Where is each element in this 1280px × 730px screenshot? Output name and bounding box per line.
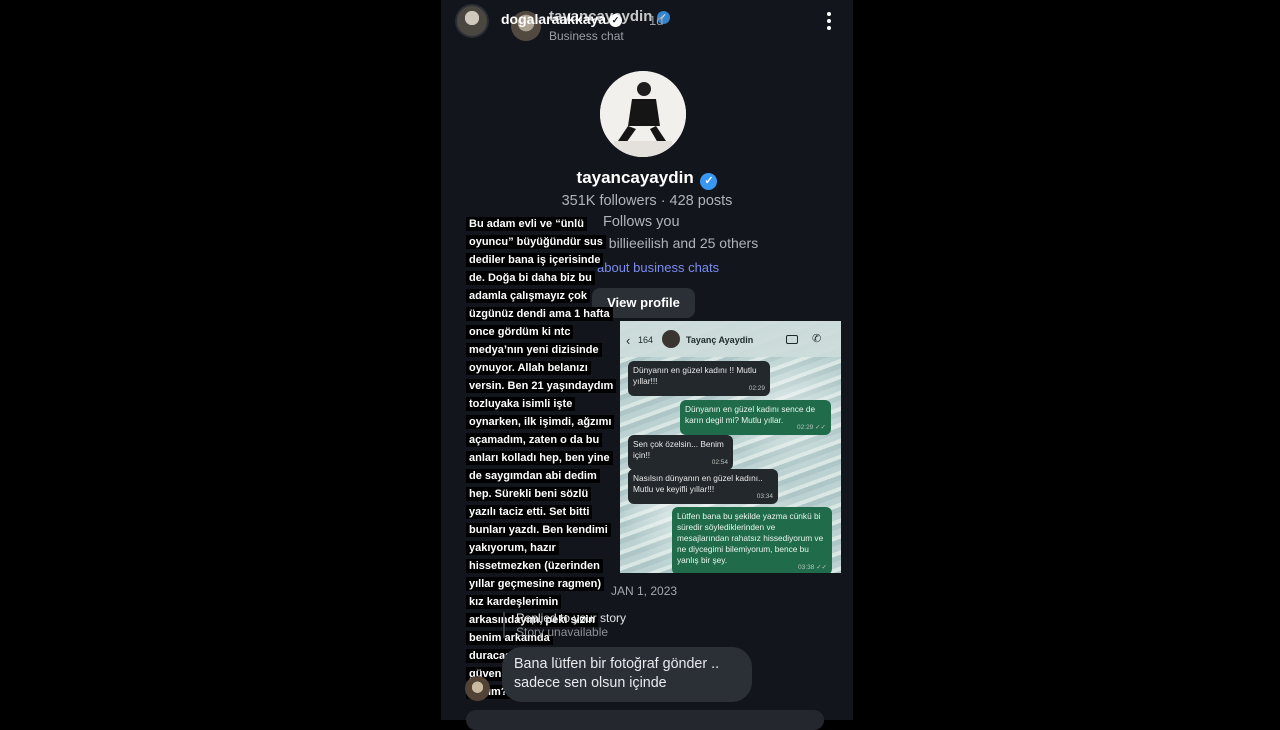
screenshot-message: Dünyanın en güzel kadını sence de karın …	[680, 400, 831, 435]
screenshot-message: Lütfen bana bu şekilde yazma cünkü bi sü…	[672, 507, 832, 573]
profile-photo	[600, 71, 686, 157]
story-avatar[interactable]	[455, 4, 489, 38]
back-count: 164	[638, 335, 654, 345]
story-username[interactable]: dogalaraakkaya ✓	[501, 11, 623, 27]
screenshot-message: Nasılsın dünyanın en güzel kadını.. Mutl…	[628, 469, 778, 504]
screenshot-message: Sen çok özelsin... Benim için!! 02:54	[628, 435, 733, 470]
embedded-screenshot: ‹ 164 Tayanç Ayaydin ✆ Dünyanın en güzel…	[620, 321, 841, 573]
video-call-icon	[786, 335, 798, 344]
story-unavailable: Story unavailable	[516, 625, 609, 639]
reply-indicator	[503, 612, 505, 638]
screenshot-header: ‹ 164 Tayanç Ayaydin ✆	[620, 321, 841, 357]
contact-avatar	[662, 330, 680, 348]
top-bar: tayancayaydin ✓ Business chat dogalaraak…	[441, 0, 853, 48]
contact-name: Tayanç Ayaydin	[686, 335, 754, 345]
chat-header-subtitle: Business chat	[549, 29, 624, 43]
profile-name[interactable]: tayancayaydin ✓	[441, 168, 853, 190]
thread-date: JAN 1, 2023	[611, 584, 678, 598]
message-composer[interactable]	[466, 710, 824, 730]
verified-icon: ✓	[609, 14, 623, 27]
story-time: 1d	[649, 13, 664, 28]
phone-icon: ✆	[812, 333, 822, 345]
screenshot-message: Dünyanın en güzel kadını !! Mutlu yıllar…	[628, 361, 770, 396]
profile-avatar[interactable]	[600, 71, 686, 157]
more-vertical-icon[interactable]	[825, 10, 833, 32]
profile-stats: 351K followers · 428 posts	[561, 193, 733, 209]
message-bubble[interactable]: Bana lütfen bir fotoğraf gönder .. sadec…	[502, 647, 752, 702]
chevron-left-icon: ‹	[626, 333, 631, 348]
sender-avatar[interactable]	[465, 676, 490, 701]
verified-icon: ✓	[700, 173, 718, 190]
replied-to-story: Replied to your story	[516, 611, 627, 625]
